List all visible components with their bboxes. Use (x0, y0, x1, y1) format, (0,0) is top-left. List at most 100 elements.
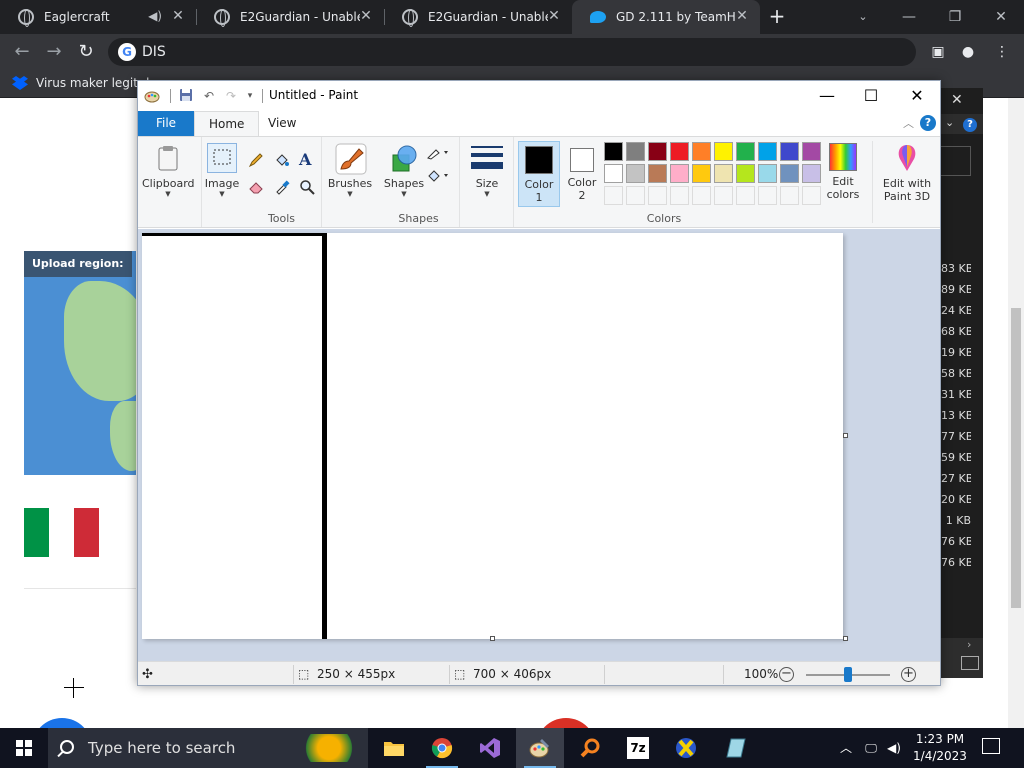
pencil-icon[interactable] (248, 152, 264, 168)
color-swatch[interactable] (802, 142, 821, 161)
color-swatch[interactable] (648, 164, 667, 183)
taskbar-app-generic[interactable] (712, 728, 760, 768)
clipboard-button[interactable]: Clipboard ▼ (142, 141, 195, 205)
custom-color-swatch[interactable] (714, 186, 733, 205)
forward-arrow-icon[interactable]: → (42, 40, 66, 64)
save-icon[interactable] (178, 88, 194, 104)
taskbar-search-app[interactable] (566, 728, 614, 768)
resize-handle-corner[interactable] (843, 636, 848, 641)
taskbar-paint[interactable] (516, 728, 564, 768)
custom-color-swatch[interactable] (758, 186, 777, 205)
custom-color-swatch[interactable] (780, 186, 799, 205)
maximize-icon[interactable]: ☐ (848, 81, 894, 111)
help-icon[interactable]: ? (920, 115, 936, 131)
chevron-right-icon[interactable]: › (967, 638, 971, 651)
custom-color-swatch[interactable] (604, 186, 623, 205)
window-icon[interactable] (961, 656, 979, 670)
side-panel-icon[interactable]: ▣ (928, 42, 948, 62)
scrollbar-thumb[interactable] (1011, 308, 1021, 608)
color-swatch[interactable] (604, 142, 623, 161)
close-window-icon[interactable]: ✕ (978, 4, 1024, 30)
help-icon[interactable]: ? (963, 118, 977, 132)
edit-with-paint3d-button[interactable]: Edit with Paint 3D (876, 141, 938, 205)
color-swatch[interactable] (714, 164, 733, 183)
color-swatch[interactable] (670, 164, 689, 183)
reload-icon[interactable]: ↻ (74, 40, 98, 64)
shapes-button[interactable]: Shapes ▼ (378, 141, 430, 205)
restore-icon[interactable]: ❐ (932, 4, 978, 30)
brushes-button[interactable]: Brushes ▼ (324, 141, 376, 205)
custom-color-swatch[interactable] (626, 186, 645, 205)
color-swatch[interactable] (626, 142, 645, 161)
color-picker-icon[interactable] (274, 179, 290, 195)
zoom-in-icon[interactable]: + (901, 667, 916, 682)
notification-icon[interactable] (982, 738, 1000, 754)
zoom-slider-thumb[interactable] (844, 667, 852, 682)
browser-tab-e2guardian-1[interactable]: E2Guardian - Unable to ✕ (196, 0, 384, 34)
tab-file[interactable]: File (138, 111, 194, 136)
drawing-canvas[interactable] (142, 233, 843, 639)
new-tab-button[interactable]: + (766, 5, 788, 27)
redo-icon[interactable]: ↷ (223, 88, 239, 104)
fill-bucket-icon[interactable] (274, 152, 290, 168)
color-swatch[interactable] (604, 164, 623, 183)
network-icon[interactable]: 🖵 (862, 728, 880, 768)
color2-button[interactable]: Color 2 (562, 141, 602, 205)
speaker-icon[interactable]: ◀) (148, 9, 162, 23)
custom-color-swatch[interactable] (802, 186, 821, 205)
minimize-icon[interactable]: — (804, 81, 850, 111)
browser-tab-gd[interactable]: GD 2.111 by TeamHax ✕ (572, 0, 760, 34)
clock[interactable]: 1:23 PM 1/4/2023 (910, 731, 970, 765)
taskbar-chrome[interactable] (418, 728, 466, 768)
taskbar-file-explorer[interactable] (370, 728, 418, 768)
back-arrow-icon[interactable]: ← (10, 40, 34, 64)
image-button[interactable]: Image ▼ (196, 141, 248, 205)
custom-color-swatch[interactable] (736, 186, 755, 205)
color-swatch[interactable] (736, 164, 755, 183)
customize-quick-access-icon[interactable]: ▾ (242, 88, 258, 104)
close-icon[interactable]: ✕ (951, 92, 963, 108)
taskbar-search[interactable]: Type here to search (48, 728, 368, 768)
color-swatch[interactable] (692, 142, 711, 161)
color-swatch[interactable] (736, 142, 755, 161)
taskbar-xbox[interactable] (662, 728, 710, 768)
fill-icon[interactable] (426, 167, 450, 183)
collapse-ribbon-icon[interactable]: ︿ (903, 115, 914, 131)
minimize-icon[interactable]: — (886, 4, 932, 30)
browser-tab-e2guardian-2[interactable]: E2Guardian - Unable to ✕ (384, 0, 572, 34)
magnifier-icon[interactable] (299, 179, 315, 195)
eraser-icon[interactable] (248, 179, 264, 195)
color-swatch[interactable] (692, 164, 711, 183)
edit-colors-button[interactable]: Edit colors (820, 141, 866, 205)
color-swatch[interactable] (714, 142, 733, 161)
volume-icon[interactable]: ◀) (884, 728, 904, 768)
start-button[interactable] (0, 728, 48, 768)
bookmark-item[interactable]: Virus maker legit d (12, 76, 149, 90)
outline-icon[interactable] (426, 144, 450, 160)
color-swatch[interactable] (780, 164, 799, 183)
browser-tab-eaglercraft[interactable]: Eaglercraft ◀) ✕ (0, 0, 196, 34)
panel-input[interactable] (941, 146, 971, 176)
zoom-out-icon[interactable]: − (779, 667, 794, 682)
close-tab-icon[interactable]: ✕ (358, 8, 374, 24)
close-tab-icon[interactable]: ✕ (170, 8, 186, 24)
tab-search-icon[interactable]: ⌄ (840, 4, 886, 30)
resize-handle-bottom[interactable] (490, 636, 495, 641)
page-scrollbar[interactable] (1008, 98, 1024, 728)
taskbar-7zip[interactable]: 7z (614, 728, 662, 768)
taskbar-visual-studio[interactable] (466, 728, 514, 768)
address-bar[interactable]: G DIS (108, 38, 916, 66)
custom-color-swatch[interactable] (670, 186, 689, 205)
paint-app-icon[interactable] (144, 88, 160, 104)
color-swatch[interactable] (758, 164, 777, 183)
text-icon[interactable]: A (299, 150, 315, 169)
color-swatch[interactable] (758, 142, 777, 161)
close-tab-icon[interactable]: ✕ (546, 8, 562, 24)
news-widget-icon[interactable] (294, 734, 364, 762)
size-button[interactable]: Size ▼ (461, 141, 513, 205)
color-swatch[interactable] (626, 164, 645, 183)
close-icon[interactable]: ✕ (894, 81, 940, 111)
custom-color-swatch[interactable] (648, 186, 667, 205)
color-swatch[interactable] (780, 142, 799, 161)
color-swatch[interactable] (802, 164, 821, 183)
